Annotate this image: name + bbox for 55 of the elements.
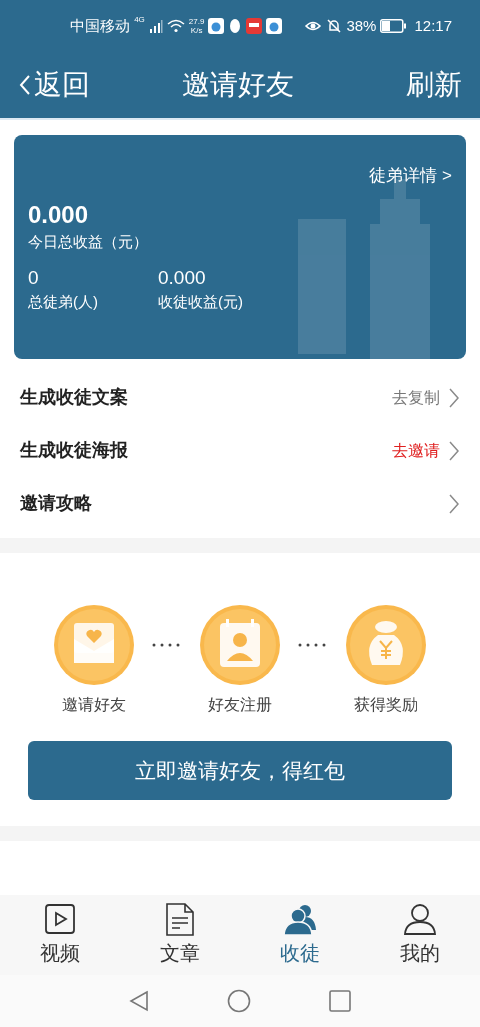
refresh-button[interactable]: 刷新 [406,64,462,106]
invite-button[interactable]: 立即邀请好友，得红包 [28,741,452,800]
menu-row[interactable]: 邀请攻略 [0,477,480,530]
action-link[interactable]: 去邀请 [392,438,440,463]
chevron-icon [448,492,460,515]
page-title: 邀请好友 [182,68,294,102]
chevron-icon [448,439,460,462]
network-type: 4G [134,14,145,26]
envelope-icon [54,605,134,685]
moneybag-icon [346,605,426,685]
menu-label: 生成收徒文案 [20,386,128,409]
signal-icon [148,19,163,33]
stat-value: 0.000 [158,267,207,289]
app-icon [246,18,263,34]
speed-unit: K/s [190,26,203,35]
chevron-icon [448,386,460,409]
bell-muted-icon [326,18,343,34]
home-icon[interactable] [227,989,251,1013]
carrier-name: 中国移动 [70,15,131,36]
menu-label: 生成收徒海报 [20,439,128,462]
menu-label: 邀请攻略 [20,492,92,515]
today-earnings-label: 今日总收益（元） [28,231,149,252]
today-earnings: 0.000 [28,200,90,229]
person-icon [402,902,438,936]
clock-time: 12:17 [414,15,452,36]
back-button[interactable]: 返回 [18,64,90,106]
battery-percent: 38% [346,15,377,36]
network-speed: 27.9 [188,17,205,26]
nav-tab[interactable]: 收徒 [240,895,360,975]
wifi-icon [166,19,185,33]
nav-tab[interactable]: 文章 [120,895,240,975]
step-label: 邀请好友 [62,695,126,715]
stat-label: 总徒弟(人) [28,292,98,312]
details-link[interactable]: 徒弟详情 > [369,163,452,189]
action-link[interactable]: 去复制 [392,385,440,410]
nav-tab[interactable]: 我的 [360,895,480,975]
play-icon [42,902,78,936]
eye-icon [304,19,323,33]
people-icon [282,902,318,936]
chevron-left-icon [18,73,32,97]
stat-value: 0 [28,267,40,289]
battery-icon [380,19,407,33]
dotted-connector [298,643,328,647]
app-icon [266,18,283,34]
contact-icon [200,605,280,685]
step-label: 好友注册 [208,695,272,715]
nav-tab[interactable]: 视频 [0,895,120,975]
back-icon[interactable] [129,990,149,1012]
dotted-connector [152,643,182,647]
step-label: 获得奖励 [354,695,418,715]
stat-label: 收徒收益(元) [158,292,243,312]
menu-row[interactable]: 生成收徒海报 去邀请 [0,424,480,477]
app-icon [208,18,225,34]
menu-row[interactable]: 生成收徒文案 去复制 [0,371,480,424]
recents-icon[interactable] [329,990,351,1012]
